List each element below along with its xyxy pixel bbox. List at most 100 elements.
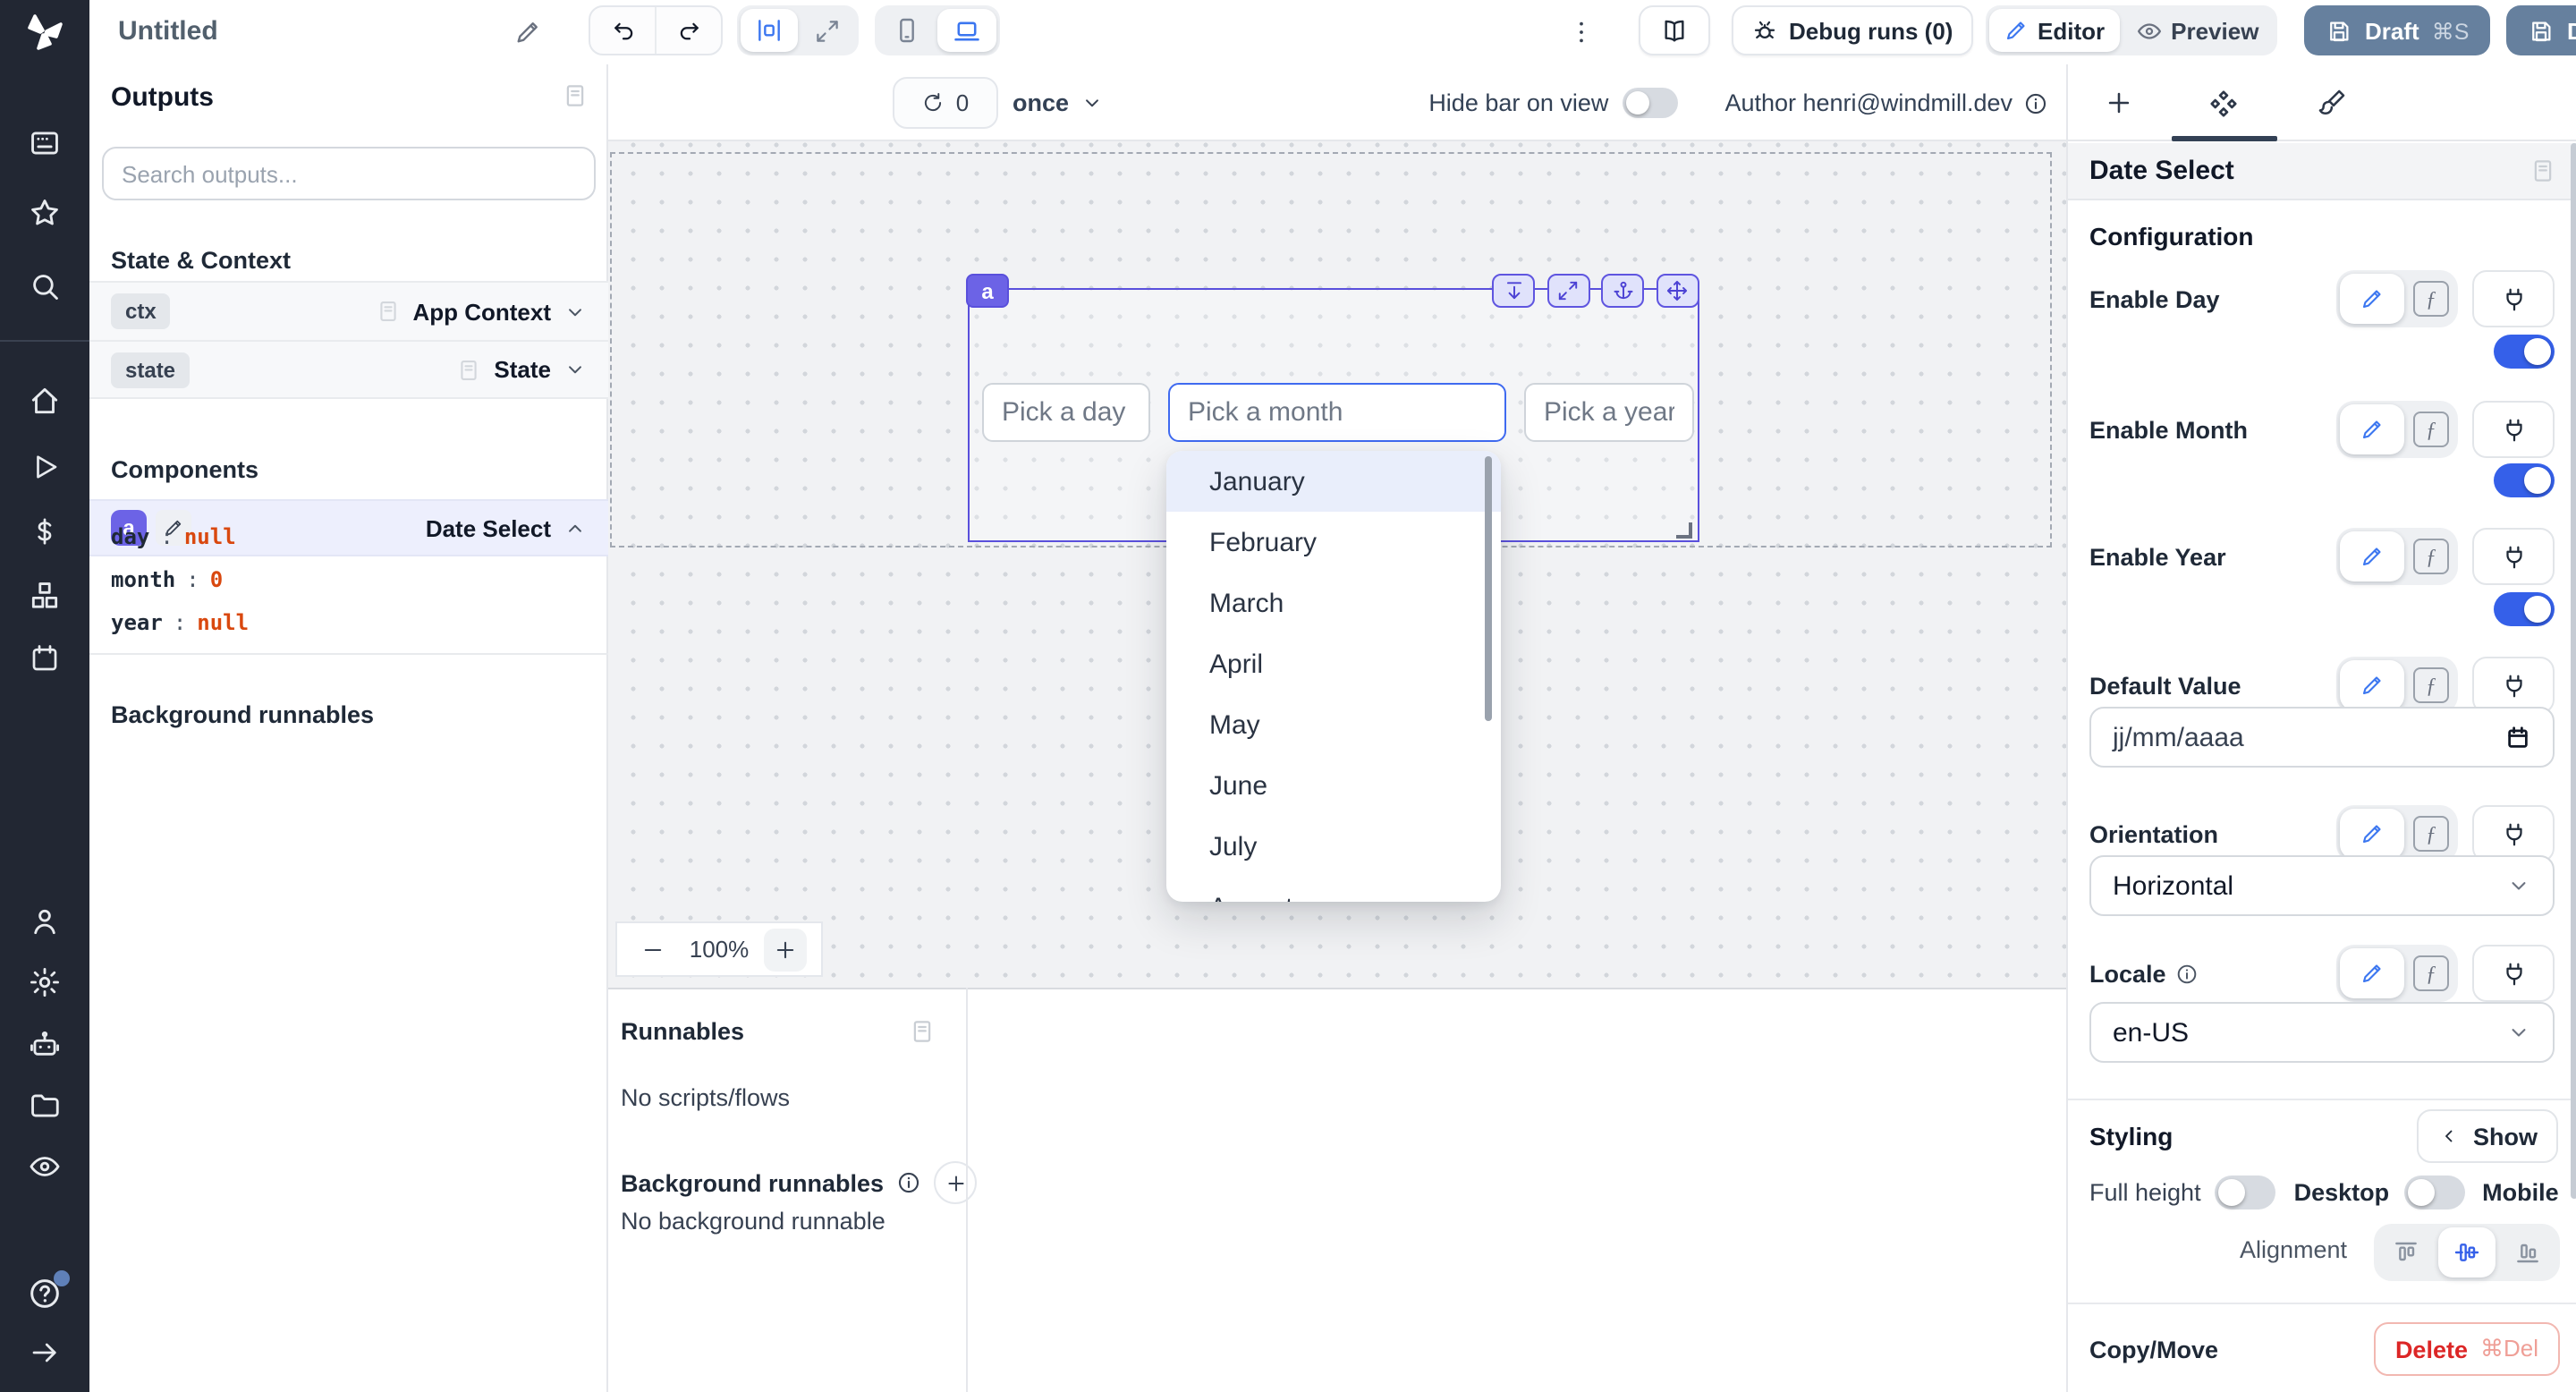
fx-mode-button[interactable]: ƒ [2413, 667, 2449, 703]
chevron-down-icon[interactable] [564, 358, 587, 381]
delete-component-button[interactable]: Delete ⌘Del [2374, 1322, 2560, 1376]
help-icon[interactable] [27, 1276, 63, 1311]
prop-row-year[interactable]: year:null [111, 601, 587, 644]
tab-insert-component[interactable] [2079, 64, 2157, 141]
audit-eye-icon[interactable] [28, 1150, 62, 1184]
static-edit-button[interactable] [2340, 274, 2404, 324]
redo-button[interactable] [657, 17, 721, 44]
docs-book-button[interactable] [1639, 5, 1710, 55]
editor-tab[interactable]: Editor [1989, 9, 2119, 52]
mobile-view-button[interactable] [878, 9, 936, 52]
fx-mode-button[interactable]: ƒ [2413, 412, 2449, 447]
doc-icon[interactable] [909, 1018, 936, 1045]
output-row-state[interactable]: state State [89, 340, 608, 399]
fx-mode-button[interactable]: ƒ [2413, 955, 2449, 991]
month-option[interactable]: April [1166, 633, 1501, 694]
pick-month-input[interactable] [1168, 383, 1506, 442]
schedule-dropdown[interactable]: once [1013, 77, 1103, 129]
connect-plug-button[interactable] [2472, 657, 2555, 714]
kebab-menu-icon[interactable] [1567, 18, 1596, 47]
tab-component-settings[interactable] [2184, 64, 2263, 141]
enable-year-toggle[interactable] [2494, 592, 2555, 626]
expand-down-button[interactable] [1492, 274, 1535, 308]
locale-select[interactable]: en-US [2089, 1002, 2555, 1063]
panel-scrollbar[interactable] [2571, 143, 2576, 1199]
runs-play-icon[interactable] [29, 451, 61, 483]
resize-handle[interactable] [1676, 522, 1692, 539]
deploy-button[interactable]: Deploy [2506, 5, 2576, 55]
align-bottom-button[interactable] [2499, 1227, 2556, 1277]
users-icon[interactable] [28, 904, 62, 938]
static-edit-button[interactable] [2340, 660, 2404, 710]
center-layout-button[interactable] [741, 9, 798, 52]
fullwidth-layout-button[interactable] [800, 9, 855, 52]
fullscreen-button[interactable] [1546, 274, 1589, 308]
static-edit-button[interactable] [2340, 948, 2404, 998]
info-icon[interactable] [2023, 90, 2048, 115]
zoom-in-button[interactable] [764, 928, 807, 971]
favorites-star-icon[interactable] [28, 196, 62, 230]
tab-global-styling[interactable] [2292, 64, 2370, 141]
connect-plug-button[interactable] [2472, 805, 2555, 862]
connect-plug-button[interactable] [2472, 528, 2555, 585]
fx-mode-button[interactable]: ƒ [2413, 816, 2449, 852]
full-height-toggle[interactable] [2216, 1176, 2276, 1210]
info-icon[interactable] [2175, 963, 2199, 986]
apps-icon[interactable] [28, 126, 62, 160]
variables-dollar-icon[interactable] [29, 515, 61, 547]
schedules-calendar-icon[interactable] [29, 642, 61, 675]
undo-button[interactable] [590, 17, 655, 44]
windmill-logo-icon[interactable] [0, 0, 89, 64]
styling-show-button[interactable]: Show [2417, 1109, 2558, 1163]
pick-day-input[interactable] [982, 383, 1150, 442]
output-row-ctx[interactable]: ctx App Context [89, 281, 608, 340]
pick-year-input[interactable] [1524, 383, 1694, 442]
month-option[interactable]: January [1166, 451, 1501, 512]
anchor-button[interactable] [1601, 274, 1644, 308]
search-outputs-input[interactable] [102, 147, 596, 200]
align-center-button[interactable] [2438, 1227, 2496, 1277]
month-option[interactable]: July [1166, 816, 1501, 877]
static-edit-button[interactable] [2340, 404, 2404, 454]
refresh-counter-button[interactable]: 0 [893, 77, 998, 129]
align-top-button[interactable] [2377, 1227, 2435, 1277]
static-edit-button[interactable] [2340, 531, 2404, 581]
hide-bar-toggle[interactable] [1623, 88, 1678, 118]
preview-tab[interactable]: Preview [2121, 9, 2273, 52]
fx-mode-button[interactable]: ƒ [2413, 539, 2449, 574]
rename-pencil-icon[interactable] [513, 18, 542, 47]
doc-icon[interactable] [2529, 157, 2556, 184]
chevron-down-icon[interactable] [564, 300, 587, 323]
calendar-icon[interactable] [2504, 724, 2531, 751]
draft-button[interactable]: Draft ⌘S [2304, 5, 2490, 55]
month-option[interactable]: May [1166, 694, 1501, 755]
month-option[interactable]: August [1166, 877, 1501, 902]
month-option[interactable]: June [1166, 755, 1501, 816]
enable-day-toggle[interactable] [2494, 335, 2555, 369]
enable-month-toggle[interactable] [2494, 463, 2555, 497]
default-value-date-input[interactable]: jj/mm/aaaa [2089, 707, 2555, 768]
prop-row-month[interactable]: month:0 [111, 558, 587, 601]
connect-plug-button[interactable] [2472, 401, 2555, 458]
workers-robot-icon[interactable] [28, 1028, 62, 1062]
month-option[interactable]: March [1166, 573, 1501, 633]
fx-mode-button[interactable]: ƒ [2413, 281, 2449, 317]
expand-rail-arrow-icon[interactable] [29, 1337, 61, 1369]
static-edit-button[interactable] [2340, 809, 2404, 859]
orientation-select[interactable]: Horizontal [2089, 855, 2555, 916]
settings-gear-icon[interactable] [28, 965, 62, 999]
zoom-out-button[interactable] [631, 928, 674, 971]
dropdown-scrollbar[interactable] [1484, 456, 1492, 721]
connect-plug-button[interactable] [2472, 945, 2555, 1002]
desktop-toggle[interactable] [2403, 1176, 2464, 1210]
app-canvas[interactable]: a January February March April May June … [608, 141, 2066, 988]
connect-plug-button[interactable] [2472, 270, 2555, 327]
doc-icon[interactable] [562, 82, 589, 109]
move-button[interactable] [1656, 274, 1699, 308]
folders-icon[interactable] [28, 1089, 62, 1123]
component-badge[interactable]: a [966, 274, 1009, 308]
info-icon[interactable] [896, 1170, 921, 1195]
resources-cubes-icon[interactable] [28, 579, 62, 613]
search-icon[interactable] [28, 269, 62, 303]
add-background-runnable-button[interactable] [934, 1161, 977, 1204]
